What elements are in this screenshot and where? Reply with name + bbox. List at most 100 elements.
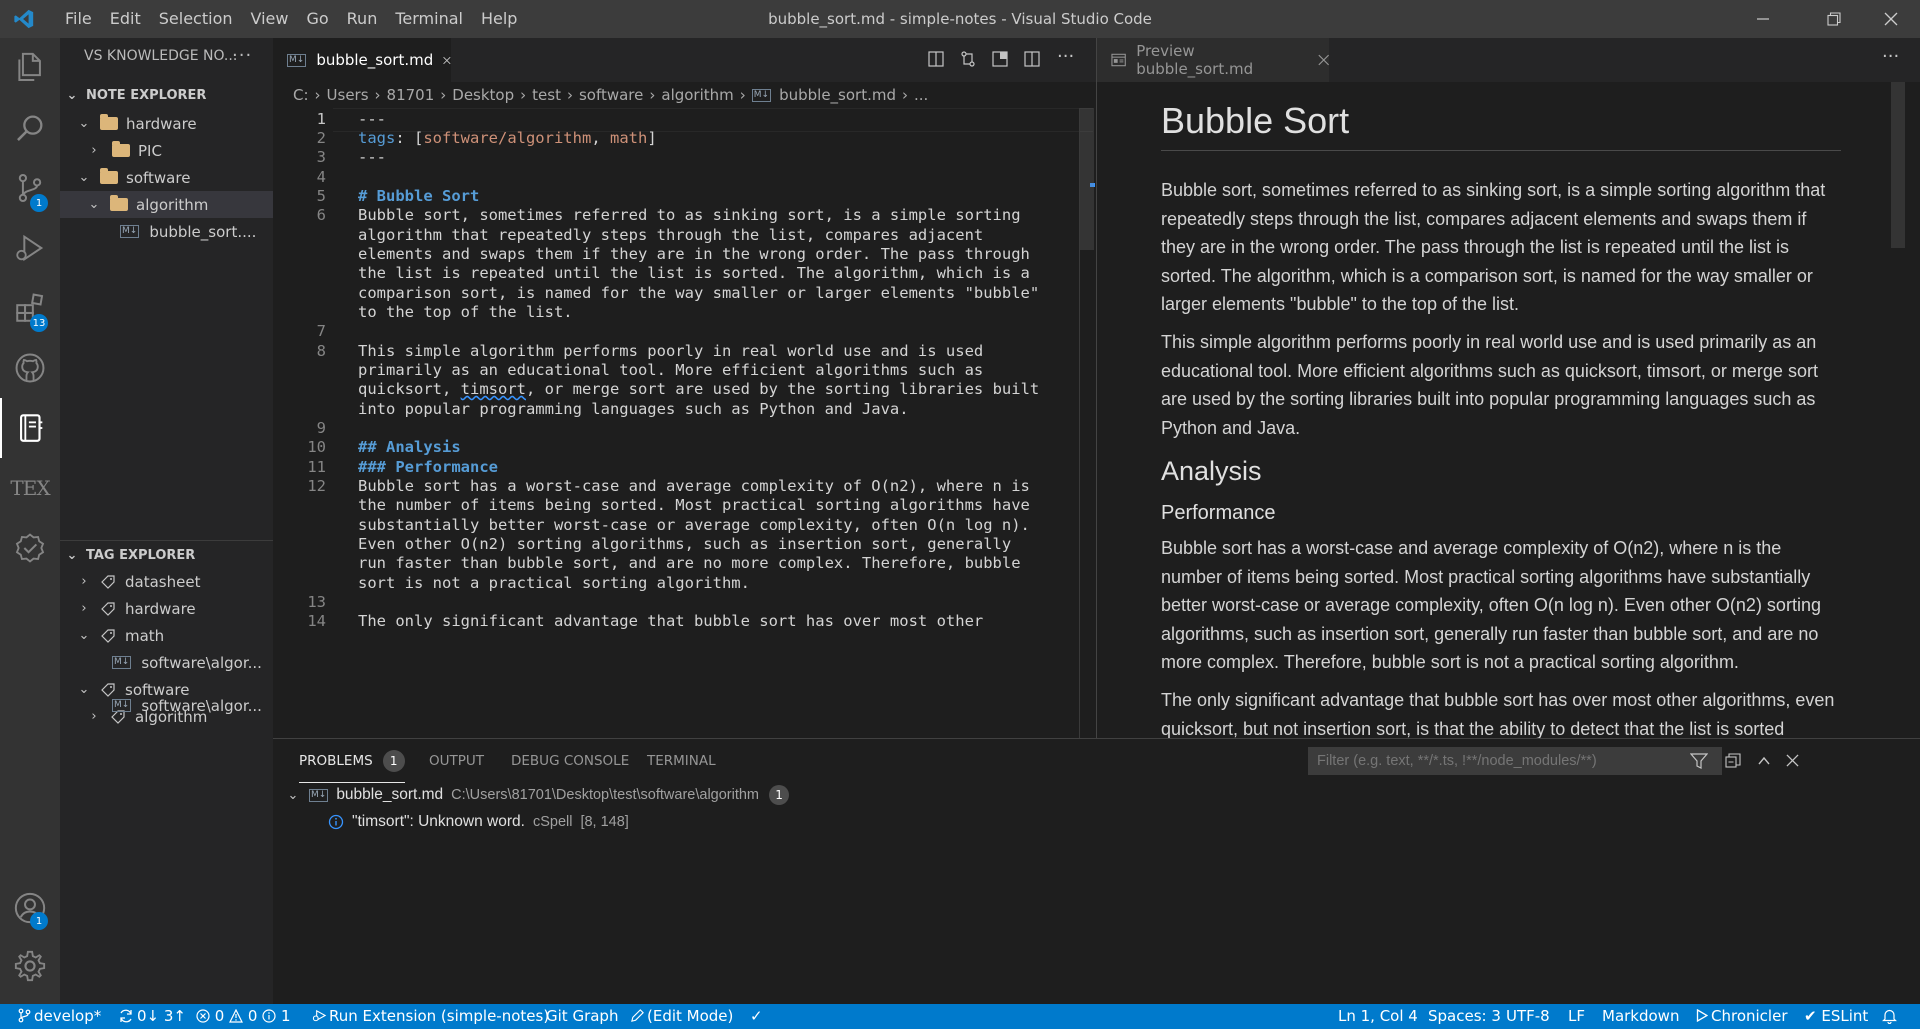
open-preview-icon[interactable] bbox=[927, 50, 945, 68]
preview-paragraph: This simple algorithm performs poorly in… bbox=[1161, 332, 1818, 438]
close-icon[interactable] bbox=[443, 54, 451, 67]
status-cursor-position[interactable]: Ln 1, Col 4 bbox=[1338, 1004, 1418, 1029]
tag-datasheet[interactable]: › datasheet bbox=[60, 568, 273, 595]
preview-heading-analysis: Analysis bbox=[1161, 456, 1262, 486]
preview-side-icon[interactable] bbox=[991, 50, 1009, 68]
code-line: the number of items being sorted. Most p… bbox=[358, 496, 1030, 514]
code-line: comparison sort, is named for the way sm… bbox=[358, 284, 1040, 302]
code-line: Even other O(n2) sorting algorithms, suc… bbox=[358, 535, 1012, 553]
activity-accounts[interactable]: 1 bbox=[0, 878, 60, 938]
status-edit-mode[interactable]: (Edit Mode) bbox=[630, 1004, 733, 1029]
tree-folder-pic[interactable]: › PIC bbox=[60, 137, 273, 164]
panel-tab-terminal[interactable]: TERMINAL bbox=[647, 739, 716, 783]
tag-file-software[interactable]: M↓ software\algor... bbox=[60, 692, 273, 719]
problems-filter-input[interactable] bbox=[1308, 747, 1722, 775]
tree-file-bubble-sort[interactable]: M↓ bubble_sort.... bbox=[60, 218, 273, 245]
tag-math[interactable]: ⌄ math bbox=[60, 622, 273, 649]
tag-hardware[interactable]: › hardware bbox=[60, 595, 273, 622]
chevron-up-icon[interactable] bbox=[1757, 754, 1771, 768]
status-branch[interactable]: develop* bbox=[18, 1004, 101, 1029]
menu-file[interactable]: File bbox=[56, 0, 101, 38]
tree-folder-software[interactable]: ⌄ software bbox=[60, 164, 273, 191]
split-editor-icon[interactable] bbox=[1023, 50, 1041, 68]
tree-label: hardware bbox=[125, 599, 196, 618]
status-indentation[interactable]: Spaces: 3 bbox=[1428, 1004, 1501, 1029]
problem-file-row[interactable]: ⌄ M↓ bubble_sort.md C:\Users\81701\Deskt… bbox=[273, 783, 1920, 807]
status-eol[interactable]: LF bbox=[1568, 1004, 1585, 1029]
status-check[interactable]: ✓ bbox=[750, 1004, 763, 1029]
activity-search[interactable] bbox=[0, 98, 60, 158]
restore-button[interactable] bbox=[1811, 0, 1857, 38]
breadcrumb-item[interactable]: 81701 bbox=[387, 86, 435, 104]
menu-run[interactable]: Run bbox=[338, 0, 387, 38]
chevron-down-icon: ⌄ bbox=[78, 170, 90, 185]
status-notifications[interactable] bbox=[1882, 1004, 1897, 1029]
status-chronicler[interactable]: Chronicler bbox=[1696, 1004, 1787, 1029]
activity-manage[interactable] bbox=[0, 936, 60, 996]
spelling-error[interactable]: timsort bbox=[461, 380, 526, 398]
activity-extensions[interactable]: 13 bbox=[0, 278, 60, 338]
breadcrumb-item[interactable]: Users bbox=[327, 86, 369, 104]
breadcrumb-item[interactable]: ... bbox=[914, 86, 928, 104]
tab-bubble-sort[interactable]: M↓ bubble_sort.md bbox=[273, 38, 451, 82]
breadcrumb-item[interactable]: algorithm bbox=[661, 86, 733, 104]
activity-knowledge-notes[interactable] bbox=[0, 398, 60, 458]
breadcrumb-item[interactable]: C: bbox=[293, 86, 309, 104]
breadcrumb-item[interactable]: software bbox=[579, 86, 643, 104]
status-language[interactable]: Markdown bbox=[1602, 1004, 1679, 1029]
code-editor[interactable]: 1 --- 2 tags: [software/algorithm, math]… bbox=[273, 108, 1097, 738]
more-actions-icon[interactable]: ··· bbox=[232, 45, 252, 66]
tag-explorer-header[interactable]: ⌄ TAG EXPLORER bbox=[60, 544, 273, 566]
code-line: elements and swaps them if they are in t… bbox=[358, 245, 1030, 263]
preview-paragraph: Bubble sort, sometimes referred to as si… bbox=[1161, 180, 1826, 314]
status-git-graph[interactable]: Git Graph bbox=[546, 1004, 618, 1029]
status-encoding[interactable]: UTF-8 bbox=[1506, 1004, 1550, 1029]
status-run-extension[interactable]: Run Extension (simple-notes) bbox=[312, 1004, 549, 1029]
minimize-button[interactable] bbox=[1740, 0, 1786, 38]
menu-view[interactable]: View bbox=[242, 0, 298, 38]
filter-icon[interactable] bbox=[1690, 753, 1708, 769]
preview-scrollbar[interactable] bbox=[1891, 82, 1905, 248]
activity-source-control[interactable]: 1 bbox=[0, 158, 60, 218]
problem-file-name: bubble_sort.md bbox=[336, 786, 444, 803]
menu-help[interactable]: Help bbox=[472, 0, 526, 38]
more-actions-icon[interactable]: ··· bbox=[1057, 46, 1074, 67]
editor-scrollbar[interactable] bbox=[1080, 108, 1094, 250]
tree-folder-algorithm[interactable]: ⌄ algorithm bbox=[60, 191, 273, 218]
menu-go[interactable]: Go bbox=[297, 0, 337, 38]
menu-selection[interactable]: Selection bbox=[150, 0, 242, 38]
collapse-all-icon[interactable] bbox=[1725, 753, 1741, 769]
menu-terminal[interactable]: Terminal bbox=[386, 0, 472, 38]
tag-file-software-clip bbox=[60, 730, 273, 738]
compare-changes-icon[interactable] bbox=[959, 50, 977, 68]
tag-file-math[interactable]: M↓ software\algor... bbox=[60, 649, 273, 676]
breadcrumb-item[interactable]: test bbox=[532, 86, 561, 104]
note-explorer-header[interactable]: ⌄ NOTE EXPLORER bbox=[60, 84, 273, 106]
activity-verified[interactable] bbox=[0, 518, 60, 578]
more-actions-icon[interactable]: ··· bbox=[1882, 46, 1899, 67]
tree-folder-hardware[interactable]: ⌄ hardware bbox=[60, 110, 273, 137]
panel-tab-problems[interactable]: PROBLEMS 1 bbox=[299, 739, 405, 783]
status-eslint[interactable]: ✔ ESLint bbox=[1804, 1004, 1868, 1029]
problem-item[interactable]: "timsort": Unknown word. cSpell [8, 148] bbox=[273, 810, 1920, 834]
activity-github[interactable] bbox=[0, 338, 60, 398]
close-icon bbox=[1884, 12, 1898, 26]
close-icon[interactable] bbox=[1317, 54, 1329, 66]
activity-tex[interactable]: TEX bbox=[0, 458, 60, 518]
close-window-button[interactable] bbox=[1868, 0, 1914, 38]
panel-tab-debug-console[interactable]: DEBUG CONSOLE bbox=[511, 739, 629, 783]
breadcrumb-item[interactable]: bubble_sort.md bbox=[779, 86, 896, 104]
code-line: primarily as an educational tool. More e… bbox=[358, 361, 984, 379]
panel-tab-output[interactable]: OUTPUT bbox=[429, 739, 484, 783]
status-sync[interactable]: 0↓ 3↑ bbox=[118, 1004, 186, 1029]
breadcrumb-item[interactable]: Desktop bbox=[452, 86, 514, 104]
markdown-icon: M↓ bbox=[120, 225, 140, 238]
code-line: --- bbox=[358, 110, 386, 128]
status-problems[interactable]: 0 0 1 bbox=[196, 1004, 291, 1029]
activity-run-debug[interactable] bbox=[0, 218, 60, 278]
menu-edit[interactable]: Edit bbox=[101, 0, 150, 38]
code-line: quicksort, timsort, or merge sort are us… bbox=[358, 380, 1039, 398]
activity-explorer[interactable] bbox=[0, 38, 60, 98]
tab-preview[interactable]: Preview bubble_sort.md bbox=[1097, 38, 1329, 82]
close-icon[interactable] bbox=[1786, 754, 1799, 767]
